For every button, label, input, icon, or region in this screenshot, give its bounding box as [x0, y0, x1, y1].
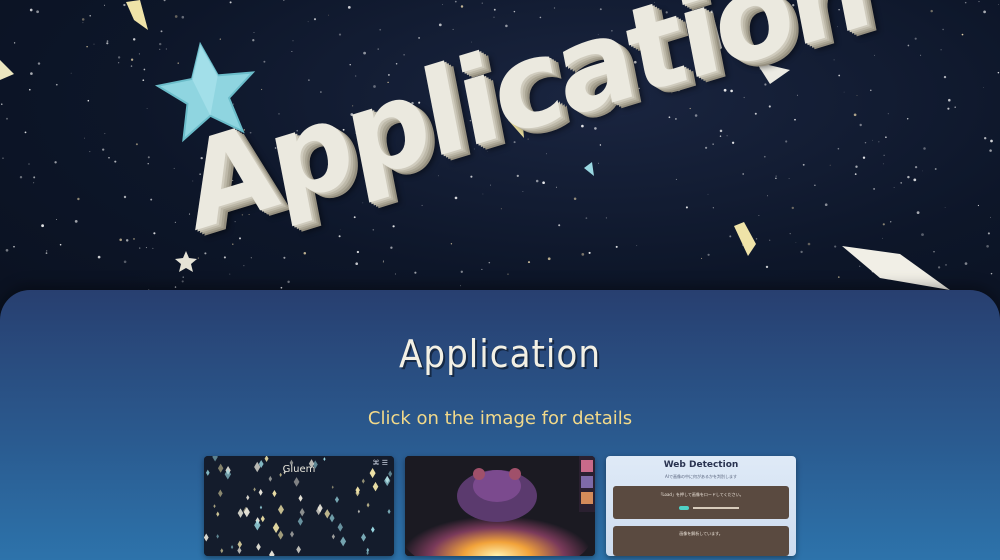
card-preview-image [405, 456, 595, 556]
card-title: Gluem [282, 464, 316, 475]
card-panel-text: 画像を解析しています。 [679, 531, 723, 536]
crystal-icon [126, 0, 148, 30]
crystal-icon [584, 162, 594, 176]
hero-banner: Application [0, 0, 1000, 330]
progress-bar [693, 507, 739, 509]
app-card-game[interactable] [405, 456, 595, 556]
section-subtitle: Click on the image for details [367, 408, 633, 429]
card-load-panel: 「Load」を押して画像をロードしてください。 [613, 486, 789, 519]
crystal-icon [0, 60, 14, 80]
card-subtitle: AIで画像の中に何があるかを判別します [665, 474, 737, 479]
card-title: Web Detection [663, 460, 739, 470]
card-result-panel: 画像を解析しています。 [613, 526, 789, 556]
card-menu-icon: ⌘ ☰ [372, 459, 388, 467]
section-title: Application [398, 332, 602, 376]
crystal-icon [842, 246, 950, 290]
app-card-web-detection[interactable]: Web Detection AIで画像の中に何があるかを判別します 「Load」… [606, 456, 796, 556]
crystal-icon [734, 222, 756, 256]
card-panel-text: 「Load」を押して画像をロードしてください。 [658, 492, 744, 497]
load-button [679, 506, 689, 510]
star-icon [175, 251, 197, 272]
app-card-gluem[interactable]: Gluem ⌘ ☰ [204, 456, 394, 556]
